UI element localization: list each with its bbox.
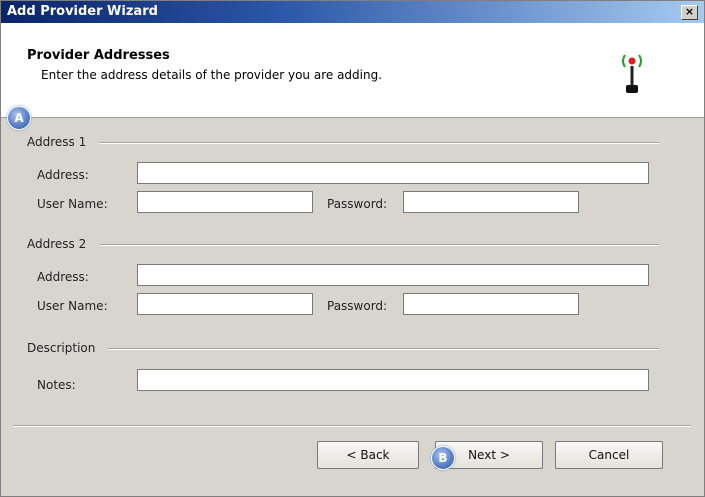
title-bar: Add Provider Wizard × xyxy=(1,1,704,23)
address-2-input[interactable] xyxy=(137,264,649,286)
address-1-input[interactable] xyxy=(137,162,649,184)
annotation-badge-a: A xyxy=(7,106,31,130)
page-subtitle: Enter the address details of the provide… xyxy=(41,68,383,82)
address-2-label: Address: xyxy=(37,270,89,284)
annotation-badge-b: B xyxy=(431,446,455,470)
username-2-label: User Name: xyxy=(37,299,108,313)
window-title: Add Provider Wizard xyxy=(7,4,158,19)
address-1-label: Address: xyxy=(37,168,89,182)
cancel-button[interactable]: Cancel xyxy=(555,441,663,469)
username-2-input[interactable] xyxy=(137,293,313,315)
footer-divider xyxy=(13,425,691,427)
wizard-header: Provider Addresses Enter the address det… xyxy=(1,23,704,118)
radio-tower-icon xyxy=(622,54,642,93)
close-icon: × xyxy=(684,5,695,18)
group-divider xyxy=(107,348,659,350)
password-2-label: Password: xyxy=(327,299,388,313)
password-1-input[interactable] xyxy=(403,191,579,213)
group-title-address-2: Address 2 xyxy=(27,237,87,251)
username-1-input[interactable] xyxy=(137,191,313,213)
password-2-input[interactable] xyxy=(403,293,579,315)
username-1-label: User Name: xyxy=(37,197,108,211)
notes-label: Notes: xyxy=(37,378,76,392)
wizard-window: Add Provider Wizard × Provider Addresses… xyxy=(0,0,705,497)
notes-input[interactable] xyxy=(137,369,649,391)
group-divider xyxy=(99,142,659,144)
page-title: Provider Addresses xyxy=(27,48,170,63)
back-button[interactable]: < Back xyxy=(317,441,419,469)
group-divider xyxy=(99,244,659,246)
group-title-address-1: Address 1 xyxy=(27,135,87,149)
password-1-label: Password: xyxy=(327,197,388,211)
group-title-description: Description xyxy=(27,341,96,355)
close-button[interactable]: × xyxy=(681,5,698,20)
